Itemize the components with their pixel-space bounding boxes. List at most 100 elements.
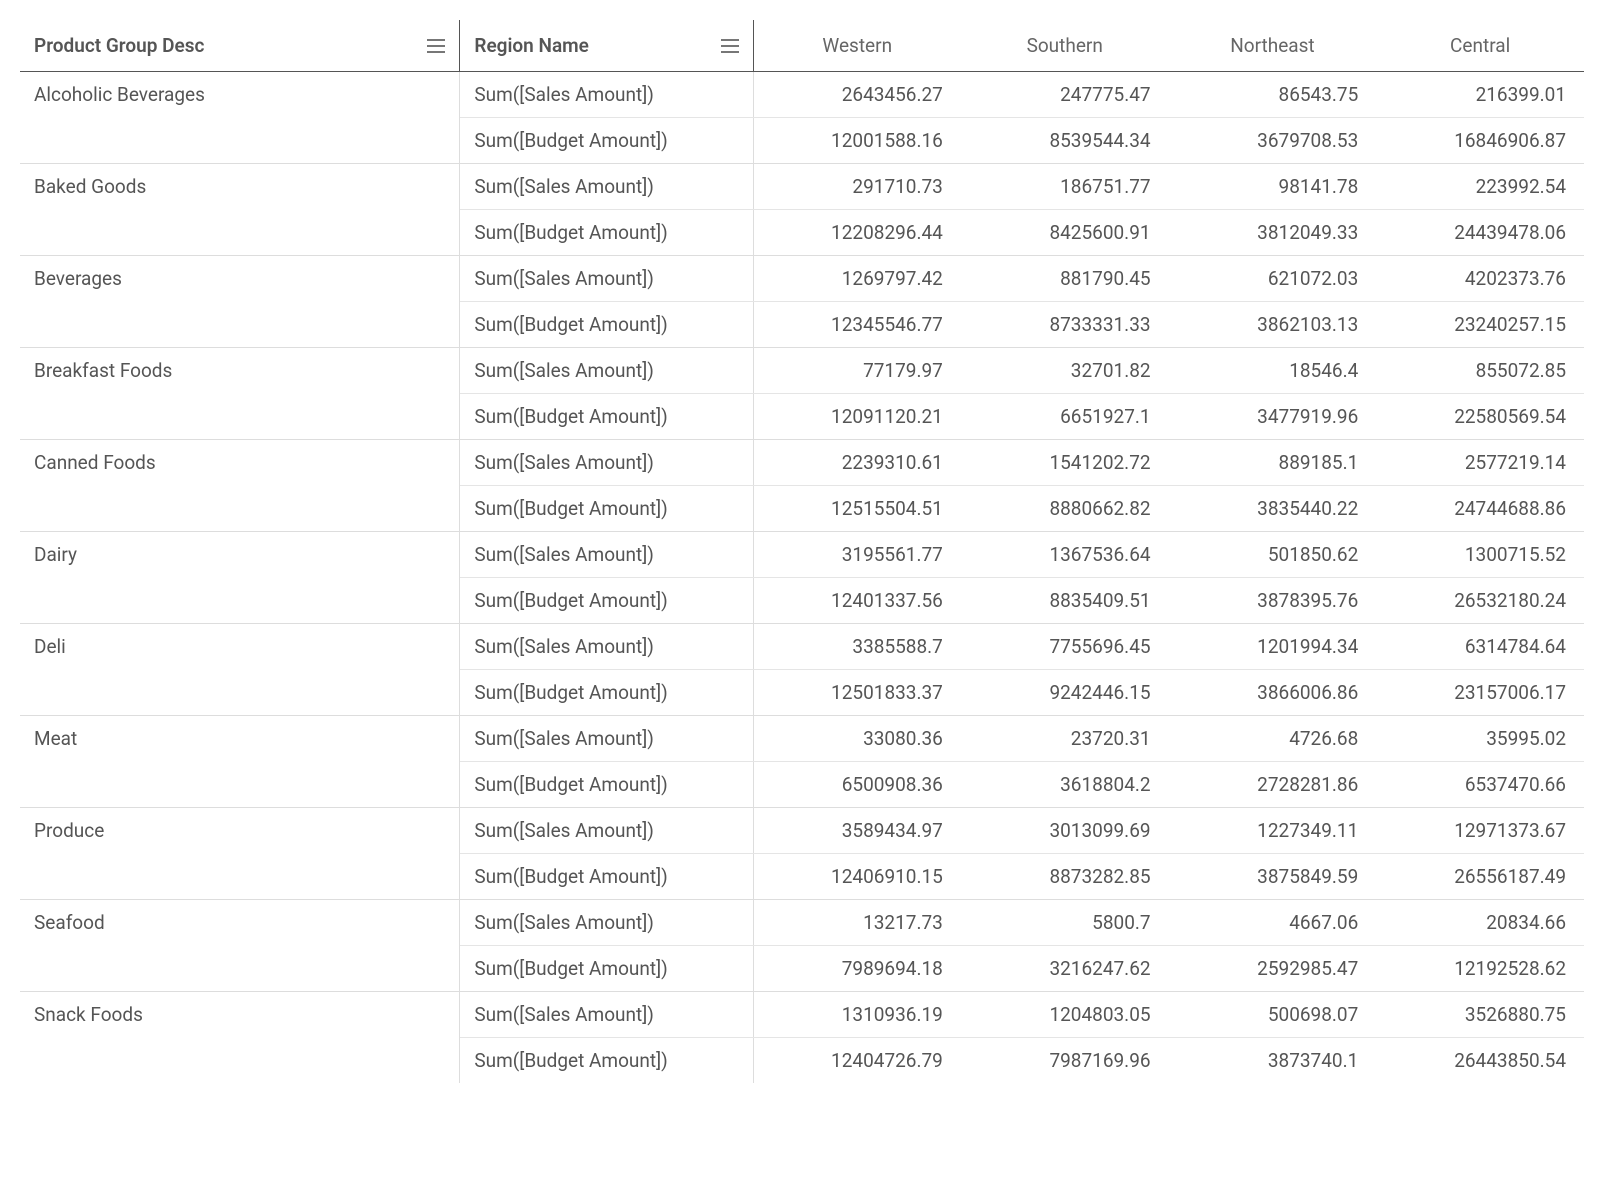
data-cell: 1300715.52 [1376,532,1584,578]
data-cell: 24744688.86 [1376,486,1584,532]
data-cell: 86543.75 [1169,72,1377,118]
product-cell: Deli [20,624,460,716]
data-cell: 9242446.15 [961,670,1169,716]
data-cell: 3862103.13 [1169,302,1377,348]
data-cell: 35995.02 [1376,716,1584,762]
table-row: Alcoholic BeveragesSum([Sales Amount])26… [20,72,1584,118]
data-cell: 16846906.87 [1376,118,1584,164]
data-cell: 12406910.15 [753,854,961,900]
data-cell: 3477919.96 [1169,394,1377,440]
data-cell: 8880662.82 [961,486,1169,532]
measure-cell: Sum([Budget Amount]) [460,486,753,532]
measure-cell: Sum([Sales Amount]) [460,992,753,1038]
data-cell: 12345546.77 [753,302,961,348]
header-region-northeast[interactable]: Northeast [1169,20,1377,72]
product-cell: Dairy [20,532,460,624]
measure-cell: Sum([Budget Amount]) [460,946,753,992]
data-cell: 4667.06 [1169,900,1377,946]
product-group: Canned FoodsSum([Sales Amount])2239310.6… [20,440,1584,532]
header-region-central[interactable]: Central [1376,20,1584,72]
product-group: Snack FoodsSum([Sales Amount])1310936.19… [20,992,1584,1084]
measure-cell: Sum([Sales Amount]) [460,808,753,854]
data-cell: 2592985.47 [1169,946,1377,992]
data-cell: 8733331.33 [961,302,1169,348]
data-cell: 3013099.69 [961,808,1169,854]
data-cell: 77179.97 [753,348,961,394]
data-cell: 2239310.61 [753,440,961,486]
data-cell: 7989694.18 [753,946,961,992]
data-cell: 18546.4 [1169,348,1377,394]
data-cell: 8873282.85 [961,854,1169,900]
table-row: Snack FoodsSum([Sales Amount])1310936.19… [20,992,1584,1038]
data-cell: 1541202.72 [961,440,1169,486]
measure-cell: Sum([Budget Amount]) [460,210,753,256]
data-cell: 12404726.79 [753,1038,961,1084]
data-cell: 1367536.64 [961,532,1169,578]
data-cell: 3873740.1 [1169,1038,1377,1084]
data-cell: 12001588.16 [753,118,961,164]
product-cell: Snack Foods [20,992,460,1084]
data-cell: 6500908.36 [753,762,961,808]
data-cell: 881790.45 [961,256,1169,302]
header-product-group[interactable]: Product Group Desc [20,20,460,72]
data-cell: 23720.31 [961,716,1169,762]
data-cell: 3866006.86 [1169,670,1377,716]
data-cell: 12515504.51 [753,486,961,532]
product-cell: Seafood [20,900,460,992]
data-cell: 7987169.96 [961,1038,1169,1084]
table-row: Breakfast FoodsSum([Sales Amount])77179.… [20,348,1584,394]
header-row: Product Group Desc Region Name Western S… [20,20,1584,72]
data-cell: 5800.7 [961,900,1169,946]
data-cell: 12192528.62 [1376,946,1584,992]
product-cell: Meat [20,716,460,808]
measure-cell: Sum([Sales Amount]) [460,256,753,302]
data-cell: 26443850.54 [1376,1038,1584,1084]
data-cell: 6314784.64 [1376,624,1584,670]
product-group: ProduceSum([Sales Amount])3589434.973013… [20,808,1584,900]
header-region-western[interactable]: Western [753,20,961,72]
measure-cell: Sum([Sales Amount]) [460,900,753,946]
data-cell: 98141.78 [1169,164,1377,210]
product-cell: Beverages [20,256,460,348]
data-cell: 1310936.19 [753,992,961,1038]
data-cell: 8835409.51 [961,578,1169,624]
data-cell: 1204803.05 [961,992,1169,1038]
product-group: MeatSum([Sales Amount])33080.3623720.314… [20,716,1584,808]
data-cell: 3679708.53 [1169,118,1377,164]
table-row: DeliSum([Sales Amount])3385588.77755696.… [20,624,1584,670]
measure-cell: Sum([Budget Amount]) [460,578,753,624]
measure-cell: Sum([Budget Amount]) [460,854,753,900]
data-cell: 500698.07 [1169,992,1377,1038]
data-cell: 20834.66 [1376,900,1584,946]
data-cell: 186751.77 [961,164,1169,210]
data-cell: 12401337.56 [753,578,961,624]
measure-cell: Sum([Sales Amount]) [460,440,753,486]
data-cell: 621072.03 [1169,256,1377,302]
header-region-name[interactable]: Region Name [460,20,753,72]
product-group: Alcoholic BeveragesSum([Sales Amount])26… [20,72,1584,164]
data-cell: 12501833.37 [753,670,961,716]
data-cell: 12091120.21 [753,394,961,440]
data-cell: 501850.62 [1169,532,1377,578]
product-cell: Baked Goods [20,164,460,256]
data-cell: 33080.36 [753,716,961,762]
data-cell: 13217.73 [753,900,961,946]
table-row: DairySum([Sales Amount])3195561.77136753… [20,532,1584,578]
data-cell: 3618804.2 [961,762,1169,808]
measure-cell: Sum([Budget Amount]) [460,762,753,808]
data-cell: 291710.73 [753,164,961,210]
hamburger-icon[interactable] [427,39,445,53]
product-group: Baked GoodsSum([Sales Amount])291710.731… [20,164,1584,256]
data-cell: 216399.01 [1376,72,1584,118]
hamburger-icon[interactable] [721,39,739,53]
data-cell: 6651927.1 [961,394,1169,440]
data-cell: 855072.85 [1376,348,1584,394]
data-cell: 26556187.49 [1376,854,1584,900]
data-cell: 3878395.76 [1169,578,1377,624]
table-row: ProduceSum([Sales Amount])3589434.973013… [20,808,1584,854]
product-group: DairySum([Sales Amount])3195561.77136753… [20,532,1584,624]
table-row: SeafoodSum([Sales Amount])13217.735800.7… [20,900,1584,946]
header-region-southern[interactable]: Southern [961,20,1169,72]
data-cell: 2728281.86 [1169,762,1377,808]
data-cell: 4726.68 [1169,716,1377,762]
